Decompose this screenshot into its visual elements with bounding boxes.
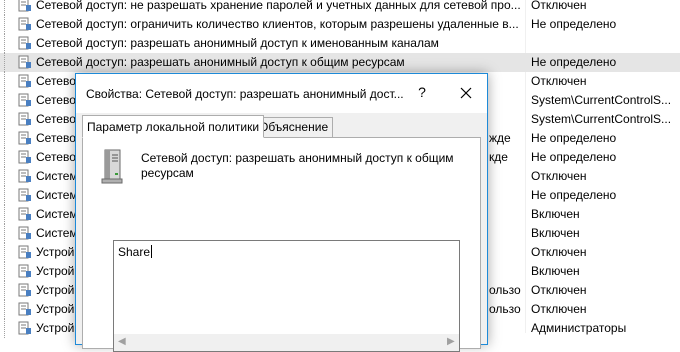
policy-setting-icon	[18, 169, 31, 183]
close-button[interactable]	[456, 83, 476, 103]
tab-local-policy-setting[interactable]: Параметр локальной политики	[82, 115, 265, 138]
tree-line	[4, 0, 6, 15]
tree-line	[4, 15, 6, 34]
policy-setting-icon	[18, 245, 31, 259]
tree-line	[4, 262, 6, 281]
policy-name: Сетевой доступ: разрешать анонимный дост…	[36, 36, 439, 50]
policy-value: System\CurrentControlS...	[531, 93, 672, 107]
policy-value: Включен	[531, 264, 580, 278]
policy-setting-icon	[18, 226, 31, 240]
tree-line	[4, 186, 6, 205]
policy-value: Отключен	[531, 0, 587, 12]
policy-value: Не определено	[531, 131, 617, 145]
tree-line	[4, 300, 6, 319]
policy-value: Не определено	[531, 188, 617, 202]
policy-row[interactable]: Сетевой доступ: разрешать анонимный дост…	[0, 34, 680, 53]
tree-line	[4, 148, 6, 167]
policy-name: Сетевой доступ: ограничить количество кл…	[36, 17, 519, 31]
policy-setting-icon	[18, 150, 31, 164]
server-tower-icon	[101, 149, 123, 184]
help-button[interactable]: ?	[414, 84, 430, 102]
policy-setting-icon	[18, 112, 31, 126]
dialog-title: Свойства: Сетевой доступ: разрешать анон…	[86, 87, 404, 101]
policy-setting-icon	[18, 74, 31, 88]
policy-name-fragment: кде	[489, 150, 508, 164]
policy-value: Отключен	[531, 245, 587, 259]
policy-value: System\CurrentControlS...	[531, 112, 672, 126]
policy-setting-icon	[18, 0, 31, 12]
policy-value: Не определено	[531, 17, 617, 31]
tree-line	[4, 167, 6, 186]
tree-line	[4, 319, 6, 338]
close-icon	[460, 87, 472, 99]
policy-setting-icon	[18, 131, 31, 145]
tree-line	[4, 34, 6, 53]
policy-setting-icon	[18, 55, 31, 69]
tree-line	[4, 129, 6, 148]
tree-line	[4, 224, 6, 243]
scroll-right-icon[interactable]: ▶	[447, 337, 455, 347]
policy-setting-icon	[18, 207, 31, 221]
policy-setting-icon	[18, 36, 31, 50]
properties-dialog: Свойства: Сетевой доступ: разрешать анон…	[75, 73, 488, 352]
share-value: Share	[118, 245, 151, 259]
policy-value: Включен	[531, 226, 580, 240]
tree-line	[4, 205, 6, 224]
policy-name: Сетевой доступ: разрешать анонимный дост…	[36, 55, 405, 69]
policy-name-fragment: ользо	[489, 283, 521, 297]
tab-panel: Сетевой доступ: разрешать анонимный дост…	[82, 137, 481, 352]
tab-explanation[interactable]: Объяснение	[254, 117, 334, 138]
tree-line	[4, 281, 6, 300]
tree-line	[4, 110, 6, 129]
tree-line	[4, 72, 6, 91]
dialog-titlebar[interactable]: Свойства: Сетевой доступ: разрешать анон…	[76, 74, 487, 113]
policy-title: Сетевой доступ: разрешать анонимный дост…	[141, 151, 454, 180]
policy-row[interactable]: Сетевой доступ: ограничить количество кл…	[0, 15, 680, 34]
policy-value: Отключен	[531, 169, 587, 183]
policy-setting-icon	[18, 93, 31, 107]
horizontal-scrollbar[interactable]: ◀ ▶	[114, 334, 459, 351]
tree-line	[4, 243, 6, 262]
policy-value: Отключен	[531, 283, 587, 297]
policy-name: Сетевой доступ: не разрешать хранение па…	[36, 0, 520, 12]
policy-setting-icon	[18, 302, 31, 316]
tree-line	[4, 53, 6, 72]
policy-value: Отключен	[531, 302, 587, 316]
policy-row[interactable]: Сетевой доступ: разрешать анонимный дост…	[0, 53, 680, 72]
policy-value: Не определено	[531, 55, 617, 69]
policy-name-fragment: ользо	[489, 302, 521, 316]
policy-setting-icon	[18, 17, 31, 31]
share-names-textbox[interactable]: Share ◀ ▶	[113, 240, 460, 352]
policy-name-fragment: жде	[489, 131, 511, 145]
policy-value: Отключен	[531, 74, 587, 88]
tree-line	[4, 91, 6, 110]
policy-setting-icon	[18, 264, 31, 278]
policy-setting-icon	[18, 283, 31, 297]
text-caret	[151, 245, 153, 258]
policy-row[interactable]: Сетевой доступ: не разрешать хранение па…	[0, 0, 680, 15]
policy-value: Включен	[531, 207, 580, 221]
policy-setting-icon	[18, 188, 31, 202]
scroll-left-icon[interactable]: ◀	[118, 337, 126, 347]
policy-value: Не определено	[531, 150, 617, 164]
